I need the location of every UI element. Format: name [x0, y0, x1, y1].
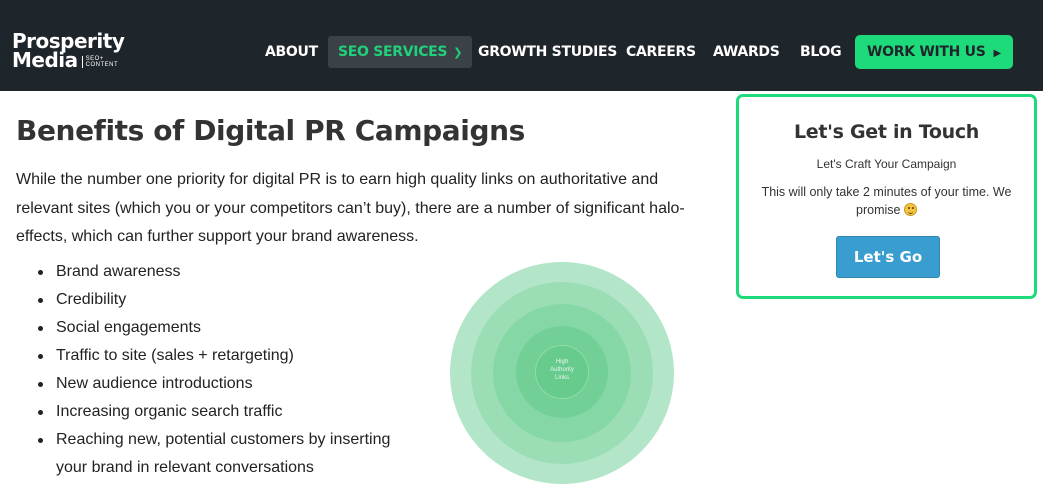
nav-blog[interactable]: BLOG — [800, 36, 842, 68]
page-title: Benefits of Digital PR Campaigns — [16, 114, 525, 147]
logo-text-line2: Media — [12, 48, 78, 72]
smiling-face-icon — [903, 203, 917, 216]
list-item: Traffic to site (sales + retargeting) — [16, 342, 416, 370]
benefits-list: Brand awareness Credibility Social engag… — [16, 258, 416, 482]
list-item: Reaching new, potential customers by ins… — [16, 426, 416, 482]
nav-about[interactable]: ABOUT — [265, 36, 318, 68]
list-item: Credibility — [16, 286, 416, 314]
nav-seo-services[interactable]: SEO SERVICES ❯ — [328, 36, 473, 68]
lets-go-button[interactable]: Let's Go — [836, 236, 940, 278]
nav-awards[interactable]: AWARDS — [713, 36, 780, 68]
nav-growth-studies[interactable]: GROWTH STUDIES — [478, 36, 617, 68]
core-label: High Authority Links — [550, 359, 574, 381]
work-with-us-label: WORK WITH US — [867, 44, 986, 60]
concentric-circles-graphic: High Authority Links — [450, 262, 674, 484]
list-item: Social engagements — [16, 314, 416, 342]
play-arrow-icon: ▶ — [993, 48, 1002, 59]
list-item: New audience introductions — [16, 370, 416, 398]
list-item: Brand awareness — [16, 258, 416, 286]
contact-card: Let's Get in Touch Let's Craft Your Camp… — [736, 94, 1037, 299]
nav-careers[interactable]: CAREERS — [626, 36, 696, 68]
site-header: Prosperity Media SEO+ CONTENT ABOUT SEO SE… — [0, 0, 1043, 91]
card-title: Let's Get in Touch — [793, 121, 980, 143]
prosperity-media-logo[interactable]: Prosperity Media SEO+ CONTENT — [12, 31, 125, 72]
list-item: Increasing organic search traffic — [16, 398, 416, 426]
chevron-down-icon: ❯ — [453, 46, 463, 59]
card-text: This will only take 2 minutes of your ti… — [761, 185, 1012, 217]
nav-seo-services-label: SEO SERVICES — [338, 44, 448, 60]
logo-tagline: SEO+ CONTENT — [81, 56, 119, 68]
work-with-us-button[interactable]: WORK WITH US ▶ — [855, 35, 1013, 69]
card-subtitle: Let's Craft Your Campaign — [816, 157, 957, 171]
intro-paragraph: While the number one priority for digita… — [16, 171, 685, 245]
